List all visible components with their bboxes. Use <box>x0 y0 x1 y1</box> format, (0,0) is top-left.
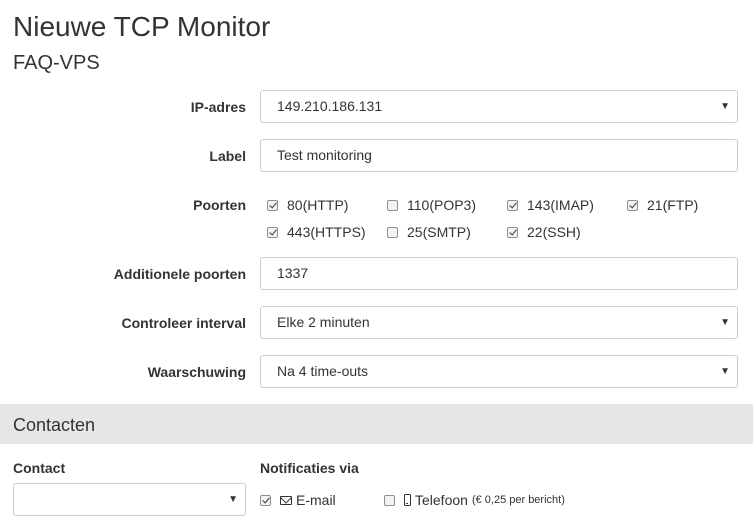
ip-address-select[interactable]: 149.210.186.131 ▼ <box>260 90 738 123</box>
interval-select[interactable]: Elke 2 minuten ▼ <box>260 306 738 339</box>
port-label: 21(FTP) <box>647 197 699 213</box>
label-input[interactable]: Test monitoring <box>260 139 738 172</box>
checkbox-checked-icon[interactable] <box>267 199 278 211</box>
extra-ports-value: 1337 <box>277 265 309 281</box>
extra-ports-label: Additionele poorten <box>113 266 246 282</box>
port-checkbox-80[interactable]: 80(HTTP) <box>267 196 348 214</box>
checkbox-unchecked-icon[interactable] <box>387 199 398 211</box>
warning-value: Na 4 time-outs <box>277 363 369 379</box>
port-checkbox-22[interactable]: 22(SSH) <box>507 223 581 241</box>
ports-label: Poorten <box>193 197 246 213</box>
checkbox-unchecked-icon[interactable] <box>384 494 395 506</box>
checkbox-checked-icon[interactable] <box>507 226 518 238</box>
port-label: 110(POP3) <box>407 197 476 213</box>
phone-label: Telefoon <box>415 492 468 508</box>
checkbox-unchecked-icon[interactable] <box>387 226 398 238</box>
notify-label: Notificaties via <box>260 460 359 476</box>
contact-label: Contact <box>13 460 66 476</box>
ip-address-value: 149.210.186.131 <box>277 98 383 114</box>
mobile-phone-icon <box>404 494 411 506</box>
port-label: 443(HTTPS) <box>287 224 366 240</box>
page-subtitle: FAQ-VPS <box>13 52 100 74</box>
extra-ports-input[interactable]: 1337 <box>260 257 738 290</box>
contacts-section-header: Contacten <box>0 404 753 444</box>
label-field-label: Label <box>209 148 246 164</box>
email-label: E-mail <box>296 492 336 508</box>
label-input-value: Test monitoring <box>277 147 372 163</box>
warning-select[interactable]: Na 4 time-outs ▼ <box>260 355 738 388</box>
port-checkbox-443[interactable]: 443(HTTPS) <box>267 223 366 241</box>
interval-label: Controleer interval <box>121 315 246 331</box>
port-label: 22(SSH) <box>527 224 581 240</box>
port-checkbox-25[interactable]: 25(SMTP) <box>387 223 471 241</box>
page-title: Nieuwe TCP Monitor <box>13 11 271 42</box>
contacts-title: Contacten <box>13 415 96 435</box>
checkbox-checked-icon[interactable] <box>260 494 271 506</box>
chevron-down-icon: ▼ <box>228 494 238 505</box>
port-label: 80(HTTP) <box>287 197 349 213</box>
chevron-down-icon: ▼ <box>720 366 730 377</box>
port-checkbox-143[interactable]: 143(IMAP) <box>507 196 594 214</box>
envelope-icon <box>280 495 292 505</box>
checkbox-checked-icon[interactable] <box>267 226 278 238</box>
checkbox-checked-icon[interactable] <box>507 199 518 211</box>
contact-select[interactable]: ▼ <box>13 483 246 516</box>
notify-email-option[interactable]: E-mail <box>260 491 336 509</box>
ip-address-label: IP-adres <box>190 99 246 115</box>
port-checkbox-21[interactable]: 21(FTP) <box>627 196 698 214</box>
chevron-down-icon: ▼ <box>720 101 730 112</box>
port-label: 25(SMTP) <box>407 224 471 240</box>
notify-phone-option[interactable]: Telefoon (€ 0,25 per bericht) <box>384 491 565 509</box>
checkbox-checked-icon[interactable] <box>627 199 638 211</box>
interval-value: Elke 2 minuten <box>277 314 370 330</box>
phone-cost-note: (€ 0,25 per bericht) <box>471 494 565 506</box>
chevron-down-icon: ▼ <box>720 317 730 328</box>
port-label: 143(IMAP) <box>527 197 594 213</box>
port-checkbox-110[interactable]: 110(POP3) <box>387 196 476 214</box>
warning-label: Waarschuwing <box>147 364 246 380</box>
